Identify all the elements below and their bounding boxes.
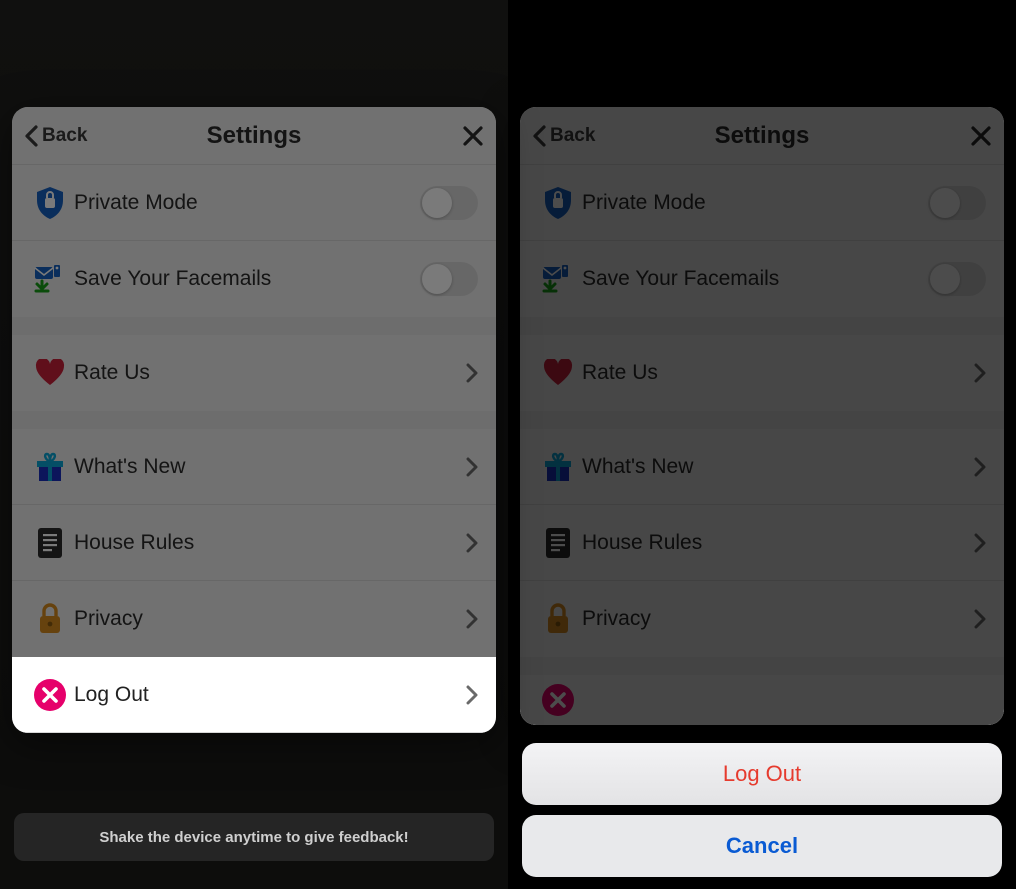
row-label: Privacy bbox=[74, 607, 466, 631]
row-label: Rate Us bbox=[74, 361, 466, 385]
back-label: Back bbox=[550, 125, 595, 147]
group-separator bbox=[12, 411, 496, 429]
screenshot-left: Back Settings Private Mode bbox=[0, 0, 508, 889]
toggle-private-mode[interactable] bbox=[420, 186, 478, 220]
row-label: Private Mode bbox=[582, 191, 928, 215]
row-private-mode[interactable]: Private Mode bbox=[520, 165, 1004, 241]
lock-icon bbox=[534, 603, 582, 635]
close-button[interactable] bbox=[462, 125, 484, 147]
toggle-save-facemails[interactable] bbox=[420, 262, 478, 296]
chevron-right-icon bbox=[974, 457, 986, 477]
logout-icon bbox=[534, 685, 582, 717]
group-separator bbox=[520, 411, 1004, 429]
group-separator bbox=[12, 317, 496, 335]
settings-sheet: Back Settings Private Mode bbox=[520, 107, 1004, 725]
chevron-left-icon bbox=[532, 125, 546, 147]
document-icon bbox=[534, 527, 582, 559]
row-privacy[interactable]: Privacy bbox=[520, 581, 1004, 657]
row-label: House Rules bbox=[582, 531, 974, 555]
screenshot-divider bbox=[508, 0, 509, 889]
row-whats-new[interactable]: What's New bbox=[520, 429, 1004, 505]
row-label: Save Your Facemails bbox=[74, 267, 420, 291]
action-cancel[interactable]: Cancel bbox=[522, 815, 1002, 877]
back-label: Back bbox=[42, 125, 87, 147]
row-label: House Rules bbox=[74, 531, 466, 555]
chevron-right-icon bbox=[974, 363, 986, 383]
row-label: Log Out bbox=[74, 683, 466, 707]
row-label: Private Mode bbox=[74, 191, 420, 215]
chevron-right-icon bbox=[974, 533, 986, 553]
close-button[interactable] bbox=[970, 125, 992, 147]
row-rate-us[interactable]: Rate Us bbox=[520, 335, 1004, 411]
gift-icon bbox=[26, 451, 74, 483]
feedback-banner[interactable]: Shake the device anytime to give feedbac… bbox=[14, 813, 494, 861]
sheet-header: Back Settings bbox=[520, 107, 1004, 165]
save-mail-icon bbox=[26, 263, 74, 295]
chevron-left-icon bbox=[24, 125, 38, 147]
back-button[interactable]: Back bbox=[24, 125, 87, 147]
heart-icon bbox=[26, 359, 74, 387]
screenshot-right: Back Settings Private Mode bbox=[508, 0, 1016, 889]
row-house-rules[interactable]: House Rules bbox=[12, 505, 496, 581]
action-label: Log Out bbox=[723, 761, 801, 787]
toggle-private-mode[interactable] bbox=[928, 186, 986, 220]
group-separator bbox=[520, 657, 1004, 675]
action-log-out[interactable]: Log Out bbox=[522, 743, 1002, 805]
close-icon bbox=[970, 125, 992, 147]
row-privacy[interactable]: Privacy bbox=[12, 581, 496, 657]
shield-lock-icon bbox=[26, 186, 74, 220]
heart-icon bbox=[534, 359, 582, 387]
back-button[interactable]: Back bbox=[532, 125, 595, 147]
action-sheet: Log Out Cancel bbox=[522, 733, 1002, 877]
chevron-right-icon bbox=[466, 363, 478, 383]
close-icon bbox=[462, 125, 484, 147]
row-save-facemails[interactable]: Save Your Facemails bbox=[12, 241, 496, 317]
row-label: Privacy bbox=[582, 607, 974, 631]
chevron-right-icon bbox=[466, 685, 478, 705]
gift-icon bbox=[534, 451, 582, 483]
row-house-rules[interactable]: House Rules bbox=[520, 505, 1004, 581]
row-label: Save Your Facemails bbox=[582, 267, 928, 291]
chevron-right-icon bbox=[974, 609, 986, 629]
save-mail-icon bbox=[534, 263, 582, 295]
chevron-right-icon bbox=[466, 457, 478, 477]
document-icon bbox=[26, 527, 74, 559]
chevron-right-icon bbox=[466, 533, 478, 553]
lock-icon bbox=[26, 603, 74, 635]
row-save-facemails[interactable]: Save Your Facemails bbox=[520, 241, 1004, 317]
chevron-right-icon bbox=[466, 609, 478, 629]
row-log-out-peek bbox=[520, 675, 1004, 725]
row-private-mode[interactable]: Private Mode bbox=[12, 165, 496, 241]
row-label: What's New bbox=[74, 455, 466, 479]
row-whats-new[interactable]: What's New bbox=[12, 429, 496, 505]
action-label: Cancel bbox=[726, 833, 798, 859]
logout-icon bbox=[26, 678, 74, 712]
toggle-save-facemails[interactable] bbox=[928, 262, 986, 296]
sheet-header: Back Settings bbox=[12, 107, 496, 165]
row-label: Rate Us bbox=[582, 361, 974, 385]
feedback-label: Shake the device anytime to give feedbac… bbox=[99, 829, 408, 846]
shield-lock-icon bbox=[534, 186, 582, 220]
row-rate-us[interactable]: Rate Us bbox=[12, 335, 496, 411]
row-label: What's New bbox=[582, 455, 974, 479]
row-log-out[interactable]: Log Out bbox=[12, 657, 496, 733]
group-separator bbox=[520, 317, 1004, 335]
settings-sheet: Back Settings Private Mode bbox=[12, 107, 496, 733]
